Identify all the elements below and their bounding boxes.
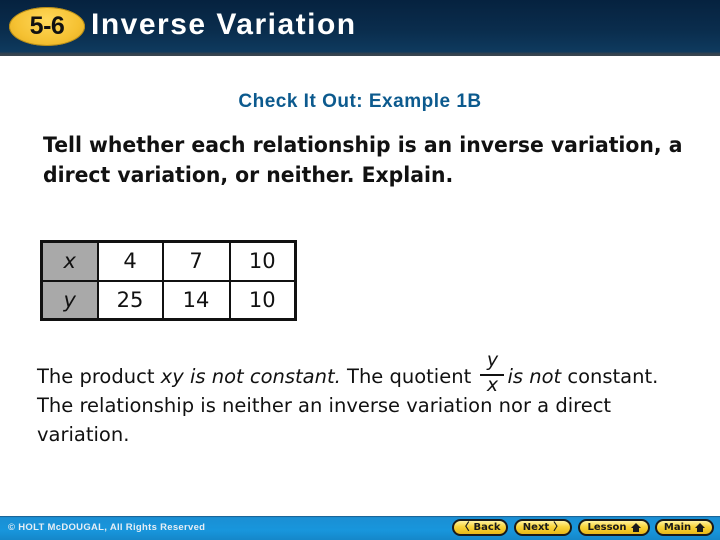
xy-data-table: x 4 7 10 y 25 14 10 [40,240,297,321]
header-bar: 5-6 Inverse Variation [0,0,720,56]
table-row-x: x 4 7 10 [40,240,297,282]
home-icon [630,523,641,532]
lesson-button-label: Lesson [587,522,627,533]
problem-prompt: Tell whether each relationship is an inv… [43,133,683,187]
copyright-notice: © HOLT McDOUGAL, All Rights Reserved [8,522,206,533]
next-button[interactable]: Next 〉 [514,519,572,536]
explanation-part: The product [37,365,161,388]
footer-bar: © HOLT McDOUGAL, All Rights Reserved 〈 B… [0,516,720,540]
home-icon [695,523,706,532]
fraction-denominator: x [486,373,499,396]
table-cell: 10 [228,279,297,321]
chevron-left-icon: 〈 [459,521,470,533]
lesson-number: 5-6 [29,12,65,40]
back-button-label: Back [473,522,501,533]
main-button[interactable]: Main [655,519,714,536]
main-button-label: Main [663,522,692,533]
table-cell: 10 [228,240,297,282]
chevron-right-icon: 〉 [553,521,564,533]
explanation-italic: xy is not constant. [160,365,341,388]
explanation-part: The quotient [340,365,478,388]
quotient-fraction: yx [479,350,505,395]
lesson-number-badge: 5-6 [9,7,85,46]
row-label-y: y [40,279,99,321]
next-button-label: Next [522,522,550,533]
lesson-title: Inverse Variation [91,8,357,41]
table-cell: 25 [96,279,164,321]
table-cell: 7 [161,240,231,282]
example-subtitle: Check It Out: Example 1B [238,91,482,112]
fraction-numerator: y [486,348,499,371]
explanation-text: The product xy is not constant. The quot… [37,350,697,449]
back-button[interactable]: 〈 Back [452,519,508,536]
explanation-italic: is not [507,365,562,388]
row-label-x: x [40,240,99,282]
lesson-button[interactable]: Lesson [578,519,650,536]
table-row-y: y 25 14 10 [40,279,297,321]
table-cell: 4 [96,240,164,282]
table-cell: 14 [161,279,231,321]
